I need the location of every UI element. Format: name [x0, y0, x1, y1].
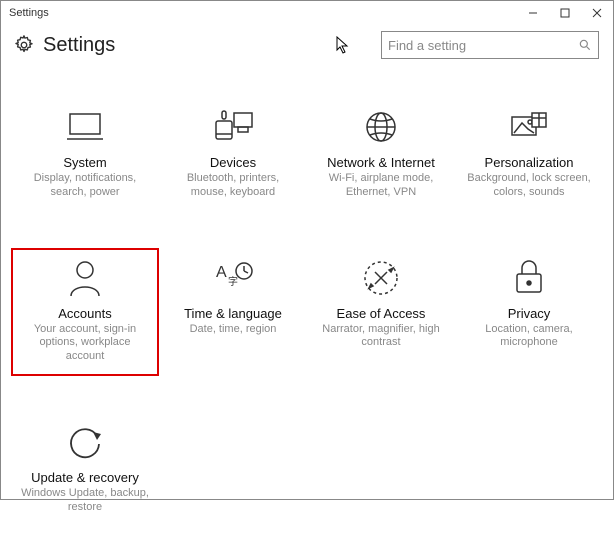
- search-box[interactable]: [381, 31, 599, 59]
- update-recovery-icon: [65, 420, 105, 464]
- tile-update-recovery[interactable]: Update & recovery Windows Update, backup…: [11, 412, 159, 527]
- system-icon: [65, 105, 105, 149]
- search-icon: [578, 38, 592, 52]
- minimize-button[interactable]: [517, 1, 549, 25]
- close-button[interactable]: [581, 1, 613, 25]
- page-title: Settings: [43, 34, 115, 57]
- tile-accounts[interactable]: Accounts Your account, sign-in options, …: [11, 248, 159, 376]
- tile-time-language[interactable]: A 字 Time & language Date, time, region: [159, 248, 307, 376]
- tile-title: Devices: [210, 155, 256, 170]
- tile-desc: Windows Update, backup, restore: [20, 487, 150, 515]
- tile-title: Ease of Access: [337, 306, 426, 321]
- settings-grid: System Display, notifications, search, p…: [1, 67, 613, 536]
- tile-ease-of-access[interactable]: Ease of Access Narrator, magnifier, high…: [307, 248, 455, 376]
- gear-icon: [13, 34, 35, 56]
- tile-desc: Bluetooth, printers, mouse, keyboard: [168, 172, 298, 200]
- devices-icon: [211, 105, 255, 149]
- accounts-icon: [67, 256, 103, 300]
- window-controls: [517, 1, 613, 25]
- time-language-icon: A 字: [212, 256, 254, 300]
- tile-title: Update & recovery: [31, 470, 139, 485]
- tile-title: System: [63, 155, 106, 170]
- tile-title: Personalization: [485, 155, 574, 170]
- tile-desc: Background, lock screen, colors, sounds: [464, 172, 594, 200]
- tile-devices[interactable]: Devices Bluetooth, printers, mouse, keyb…: [159, 97, 307, 212]
- tile-privacy[interactable]: Privacy Location, camera, microphone: [455, 248, 603, 376]
- window-title: Settings: [9, 7, 49, 19]
- tile-title: Time & language: [184, 306, 282, 321]
- header: Settings: [1, 25, 613, 67]
- tile-desc: Date, time, region: [190, 323, 277, 337]
- personalization-icon: [508, 105, 550, 149]
- tile-personalization[interactable]: Personalization Background, lock screen,…: [455, 97, 603, 212]
- tile-title: Accounts: [58, 306, 111, 321]
- search-input[interactable]: [388, 38, 578, 53]
- header-left: Settings: [13, 34, 115, 57]
- window-titlebar: Settings: [1, 1, 613, 25]
- privacy-icon: [512, 256, 546, 300]
- tile-desc: Location, camera, microphone: [464, 323, 594, 351]
- network-icon: [361, 105, 401, 149]
- tile-desc: Your account, sign-in options, workplace…: [20, 323, 150, 364]
- svg-text:A: A: [216, 264, 227, 281]
- maximize-button[interactable]: [549, 1, 581, 25]
- tile-network[interactable]: Network & Internet Wi-Fi, airplane mode,…: [307, 97, 455, 212]
- tile-desc: Narrator, magnifier, high contrast: [316, 323, 446, 351]
- tile-desc: Display, notifications, search, power: [20, 172, 150, 200]
- tile-desc: Wi-Fi, airplane mode, Ethernet, VPN: [316, 172, 446, 200]
- tile-title: Network & Internet: [327, 155, 435, 170]
- svg-text:字: 字: [228, 275, 238, 288]
- tile-title: Privacy: [508, 306, 551, 321]
- tile-system[interactable]: System Display, notifications, search, p…: [11, 97, 159, 212]
- ease-of-access-icon: [361, 256, 401, 300]
